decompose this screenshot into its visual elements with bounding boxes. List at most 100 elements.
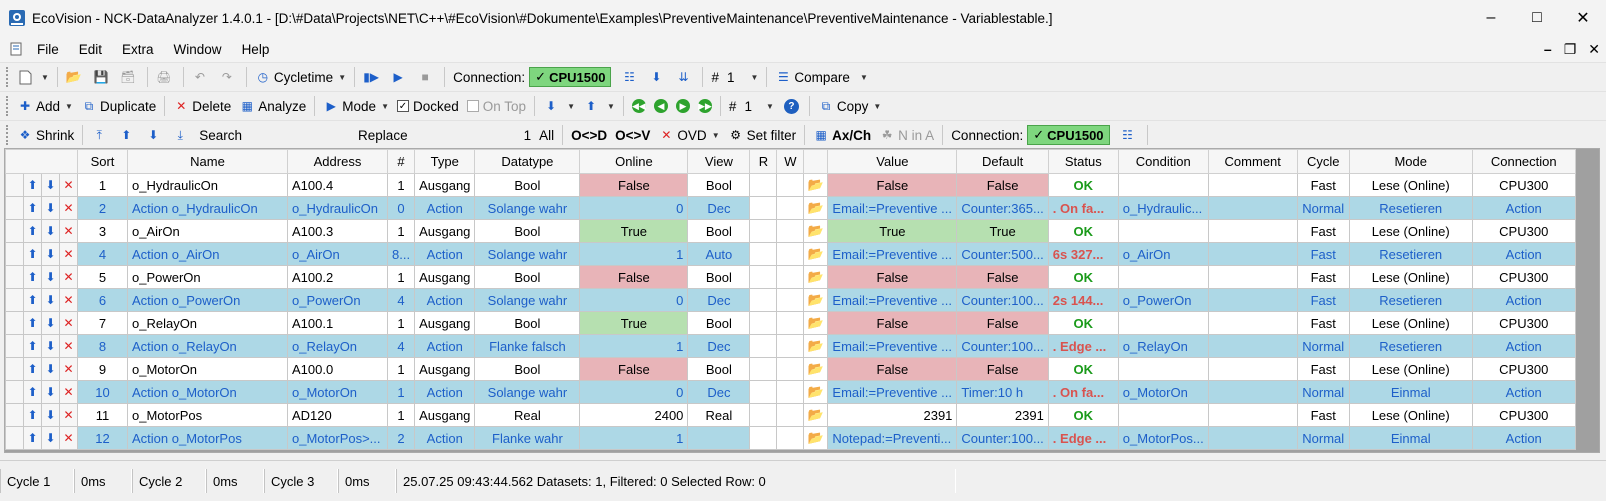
cell-default[interactable]: Counter:100... [956, 426, 1049, 450]
cell-type[interactable]: Action [414, 426, 476, 450]
cell-cycle[interactable]: Fast [1296, 173, 1350, 197]
cell-open-button[interactable]: 📂 [803, 242, 829, 266]
help-icon[interactable]: ? [783, 98, 799, 114]
cell-comment[interactable] [1207, 288, 1298, 312]
toolbar-grip[interactable] [6, 96, 9, 116]
cell-write-checkbox[interactable] [776, 196, 805, 220]
mdi-restore-icon[interactable]: ❐ [1564, 41, 1577, 58]
cell-read-checkbox[interactable] [749, 196, 778, 220]
cell-mode[interactable]: Lese (Online) [1348, 265, 1473, 289]
search-input[interactable] [246, 123, 354, 147]
cell-condition[interactable] [1117, 173, 1209, 197]
cell-address[interactable]: A100.0 [287, 357, 388, 381]
cell-value[interactable]: Notepad:=Preventi... [827, 426, 958, 450]
cell-online[interactable]: 1 [579, 242, 689, 266]
cell-sort[interactable]: 7 [77, 311, 128, 335]
row-delete-button[interactable]: ✕ [59, 334, 78, 358]
cell-view[interactable]: Dec [687, 334, 751, 358]
cell-open-button[interactable]: 📂 [803, 426, 829, 450]
row-move-up-button[interactable]: ⬆ [23, 403, 42, 427]
cell-num[interactable]: 1 [386, 219, 416, 243]
cell-online[interactable]: True [579, 311, 689, 335]
cell-mode[interactable]: Resetieren [1348, 196, 1473, 220]
cell-address[interactable]: o_AirOn [287, 242, 388, 266]
cell-mode[interactable]: Resetieren [1348, 334, 1473, 358]
replace-input[interactable] [412, 123, 520, 147]
cell-connection[interactable]: Action [1471, 242, 1576, 266]
cell-write-checkbox[interactable] [776, 265, 805, 289]
row-move-down-button[interactable]: ⬇ [41, 265, 60, 289]
row-delete-button[interactable]: ✕ [59, 265, 78, 289]
row-delete-button[interactable]: ✕ [59, 242, 78, 266]
compare-dropdown[interactable]: ☰ Compare ▼ [771, 65, 871, 89]
cell-cycle[interactable]: Normal [1296, 334, 1350, 358]
cell-read-checkbox[interactable] [749, 311, 778, 335]
table-row[interactable]: ⬆ ⬇ ✕ 4 Action o_AirOn o_AirOn 8... Action Solan… [5, 242, 1576, 266]
cell-sort[interactable]: 11 [77, 403, 128, 427]
cell-mode[interactable]: Lese (Online) [1348, 403, 1473, 427]
header-connection[interactable]: Connection [1471, 149, 1576, 174]
row-move-up-button[interactable]: ⬆ [23, 311, 42, 335]
cell-online[interactable]: 2400 [579, 403, 689, 427]
row-move-down-button[interactable]: ⬇ [41, 357, 60, 381]
cell-default[interactable]: False [956, 357, 1049, 381]
cell-default[interactable]: False [956, 311, 1049, 335]
cell-default[interactable]: 2391 [956, 403, 1049, 427]
cell-condition[interactable] [1117, 311, 1209, 335]
cell-value[interactable]: False [827, 311, 958, 335]
cell-comment[interactable] [1207, 173, 1298, 197]
mdi-close-icon[interactable]: ✕ [1588, 41, 1600, 58]
cell-name[interactable]: o_HydraulicOn [127, 173, 288, 197]
redo-button[interactable]: ↷ [215, 65, 242, 89]
row-move-up-button[interactable]: ⬆ [23, 173, 42, 197]
delete-button[interactable]: ✕ Delete [169, 94, 235, 118]
menu-help[interactable]: Help [232, 42, 280, 57]
cell-open-button[interactable]: 📂 [803, 196, 829, 220]
table-row[interactable]: ⬆ ⬇ ✕ 11 o_MotorPos AD120 1 Ausgang Real 2400 Real… [5, 403, 1576, 427]
cell-num[interactable]: 1 [386, 311, 416, 335]
row-move-down-button[interactable]: ⬇ [41, 380, 60, 404]
cell-connection[interactable]: CPU300 [1471, 173, 1576, 197]
cell-default[interactable]: False [956, 173, 1049, 197]
save-all-button[interactable]: 🗃 [116, 65, 143, 89]
cell-view[interactable] [687, 426, 751, 450]
menu-edit[interactable]: Edit [69, 42, 112, 57]
o-v-button[interactable]: O<>V [611, 123, 654, 147]
row-move-down-button[interactable]: ⬇ [41, 288, 60, 312]
cell-num[interactable]: 8... [386, 242, 416, 266]
header-type[interactable]: Type [414, 149, 476, 174]
row-move-down-button[interactable]: ⬇ [41, 196, 60, 220]
cell-connection[interactable]: CPU300 [1471, 265, 1576, 289]
cell-online[interactable]: 1 [579, 426, 689, 450]
cell-default[interactable]: Counter:500... [956, 242, 1049, 266]
header-address[interactable]: Address [287, 149, 388, 174]
cell-condition[interactable]: o_PowerOn [1117, 288, 1209, 312]
mdi-minimize-icon[interactable]: – [1544, 41, 1552, 57]
cell-type[interactable]: Action [414, 288, 476, 312]
cell-write-checkbox[interactable] [776, 242, 805, 266]
cell-address[interactable]: A100.3 [287, 219, 388, 243]
header-num[interactable]: # [386, 149, 416, 174]
ontop-checkbox[interactable]: On Top [463, 94, 530, 118]
hash-select-2[interactable]: 1 ▼ [740, 94, 777, 118]
cell-write-checkbox[interactable] [776, 173, 805, 197]
row-move-up-button[interactable]: ⬆ [23, 357, 42, 381]
cell-connection[interactable]: CPU300 [1471, 403, 1576, 427]
cell-sort[interactable]: 4 [77, 242, 128, 266]
move-up-button[interactable]: ⬆ [114, 123, 141, 147]
cell-mode[interactable]: Resetieren [1348, 288, 1473, 312]
last-icon[interactable]: ▶▶ [697, 99, 712, 113]
move-top-button[interactable]: ⤒ [87, 123, 114, 147]
row-move-down-button[interactable]: ⬇ [41, 334, 60, 358]
duplicate-button[interactable]: ⧉ Duplicate [77, 94, 160, 118]
step-button[interactable]: ▮▶ [359, 65, 386, 89]
row-move-up-button[interactable]: ⬆ [23, 265, 42, 289]
cell-address[interactable]: o_MotorPos>... [287, 426, 388, 450]
cell-default[interactable]: Counter:365... [956, 196, 1049, 220]
cell-sort[interactable]: 10 [77, 380, 128, 404]
cell-type[interactable]: Action [414, 196, 476, 220]
row-selector[interactable] [5, 288, 24, 312]
cell-comment[interactable] [1207, 219, 1298, 243]
cell-type[interactable]: Action [414, 242, 476, 266]
cell-address[interactable]: o_HydraulicOn [287, 196, 388, 220]
